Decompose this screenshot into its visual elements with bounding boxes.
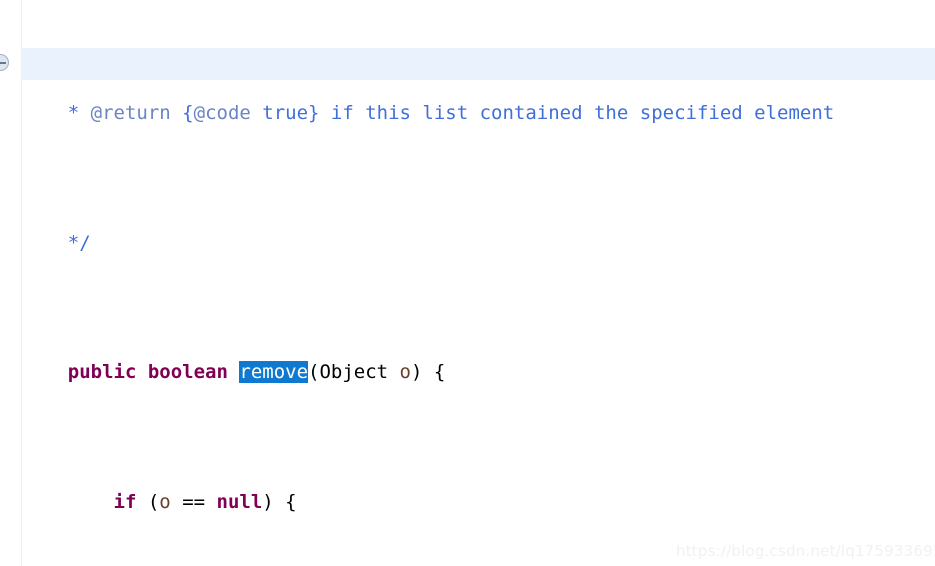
paren: ( [136,491,160,514]
keyword-null: null [216,491,263,514]
code-line[interactable]: */ [0,227,834,259]
line3-tail: ) { [411,361,446,384]
line3-params-open: (Object [308,361,400,384]
keyword-public: public [67,361,137,384]
line3-indent [22,361,68,383]
editor-gutter[interactable] [0,0,22,566]
param-o: o [399,361,411,384]
code-editor[interactable]: * @return {@code true} if this list cont… [0,0,935,566]
comment-end: */ [67,231,91,254]
line4-tail: ) { [262,491,297,514]
line1-indent [22,102,68,124]
overrides-method-icon[interactable] [0,54,9,71]
line1-text-a: { [170,102,194,125]
keyword-if: if [113,491,137,514]
javadoc-tag-code: @code [193,102,251,125]
code-line[interactable]: if (o == null) { [0,486,834,518]
code-content[interactable]: * @return {@code true} if this list cont… [0,0,834,566]
watermark: https://blog.csdn.net/lq1759336950 [676,542,935,560]
selected-method-name[interactable]: remove [239,361,309,384]
var-o: o [159,491,171,514]
line2-indent [22,232,68,254]
code-line-method-signature[interactable]: public boolean remove(Object o) { [0,356,834,388]
line4-indent [22,491,114,513]
line1-star: * [67,102,91,125]
code-line[interactable]: * @return {@code true} if this list cont… [0,97,834,129]
line1-text-b: true} if this list contained the specifi… [250,102,835,125]
keyword-boolean: boolean [147,361,228,384]
javadoc-tag-return: @return [90,102,171,125]
operator: == [170,491,217,514]
